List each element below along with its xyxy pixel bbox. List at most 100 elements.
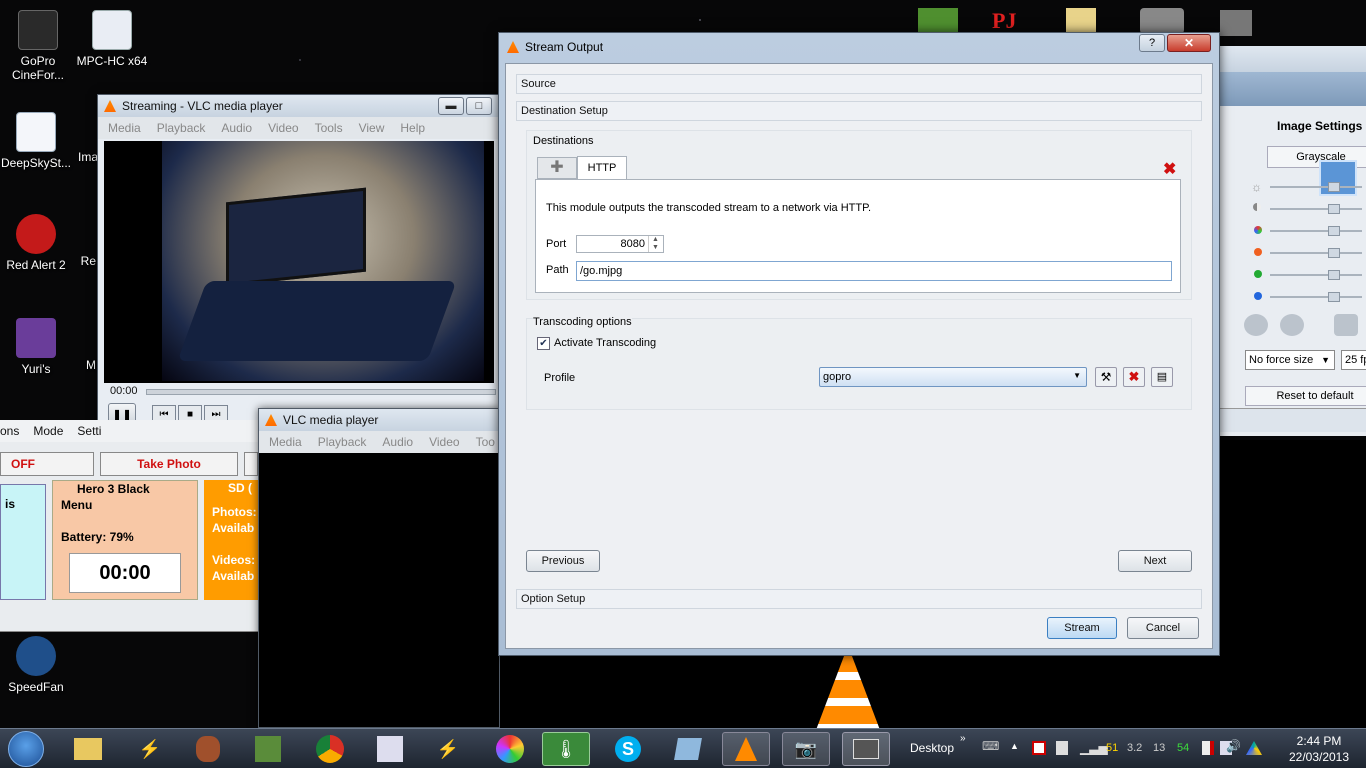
- chrome-icon[interactable]: [306, 732, 354, 766]
- rotate-icon[interactable]: [1334, 314, 1358, 336]
- fps-select[interactable]: 25 fp: [1341, 350, 1366, 370]
- force-size-select[interactable]: No force size ▼: [1245, 350, 1335, 370]
- menu-media[interactable]: Media: [269, 435, 302, 449]
- help-button[interactable]: ?: [1139, 34, 1165, 52]
- image-settings-titlebar[interactable]: [1219, 46, 1366, 72]
- desktop-toolbar-label[interactable]: Desktop: [910, 741, 954, 755]
- slider-knob[interactable]: [1328, 270, 1340, 280]
- window-app-icon[interactable]: [664, 732, 712, 766]
- slider-knob[interactable]: [1328, 248, 1340, 258]
- off-button[interactable]: OFF: [0, 452, 94, 476]
- clock-time[interactable]: 2:44 PM: [1284, 734, 1354, 748]
- previous-button[interactable]: Previous: [526, 550, 600, 572]
- menu-video[interactable]: Video: [429, 435, 459, 449]
- take-photo-button[interactable]: Take Photo: [100, 452, 238, 476]
- slider-knob[interactable]: [1328, 226, 1340, 236]
- menu-mode[interactable]: Mode: [33, 424, 63, 438]
- menu-playback[interactable]: Playback: [318, 435, 367, 449]
- port-spinbox[interactable]: 8080 ▲ ▼: [576, 235, 664, 253]
- seek-bar[interactable]: [146, 389, 496, 395]
- slider-knob[interactable]: [1328, 182, 1340, 192]
- pj-icon[interactable]: PJ: [992, 8, 1032, 34]
- spin-arrows-icon[interactable]: ▲ ▼: [648, 236, 662, 252]
- menu-media[interactable]: Media: [108, 121, 141, 135]
- start-button[interactable]: [8, 731, 44, 767]
- network-icon[interactable]: ⚡: [126, 732, 174, 766]
- activate-transcoding-checkbox[interactable]: ✔: [537, 337, 550, 350]
- slider-knob[interactable]: [1328, 292, 1340, 302]
- path-input[interactable]: /go.mjpg: [576, 261, 1172, 281]
- edit-profile-icon[interactable]: ⚒: [1095, 367, 1117, 387]
- desktop-icon-speedfan[interactable]: SpeedFan: [0, 636, 76, 694]
- tray-device-icon[interactable]: [1056, 741, 1068, 755]
- menu-playback[interactable]: Playback: [157, 121, 206, 135]
- menu-options[interactable]: ons: [0, 424, 19, 438]
- minecraft-icon[interactable]: [918, 8, 958, 34]
- stream-button[interactable]: Stream: [1047, 617, 1117, 639]
- menu-audio[interactable]: Audio: [382, 435, 413, 449]
- extra-button[interactable]: [244, 452, 258, 476]
- tab-http[interactable]: HTTP: [577, 156, 627, 180]
- show-hidden-icons-button[interactable]: ▲: [1010, 741, 1019, 751]
- menu-help[interactable]: Help: [400, 121, 425, 135]
- gopro-taskbar-icon[interactable]: [842, 732, 890, 766]
- explorer-icon[interactable]: [64, 732, 112, 766]
- delete-profile-icon[interactable]: ✖: [1123, 367, 1145, 387]
- vlc-title-bar[interactable]: VLC media player: [259, 409, 499, 431]
- reset-default-button[interactable]: Reset to default: [1245, 386, 1366, 406]
- menu-audio[interactable]: Audio: [221, 121, 252, 135]
- contrast-slider[interactable]: [1270, 204, 1362, 214]
- google-drive-icon[interactable]: [1246, 741, 1262, 755]
- desktop-icon-re[interactable]: Re: [52, 254, 96, 268]
- cancel-button[interactable]: Cancel: [1127, 617, 1199, 639]
- new-profile-icon[interactable]: ▤: [1151, 367, 1173, 387]
- tray-temp-1[interactable]: 51: [1106, 742, 1118, 754]
- vlc-taskbar-icon[interactable]: [722, 732, 770, 766]
- profile-select[interactable]: gopro ▼: [819, 367, 1087, 387]
- blue-slider[interactable]: [1270, 292, 1362, 302]
- green-slider[interactable]: [1270, 270, 1362, 280]
- destination-setup-section[interactable]: Destination Setup: [516, 101, 1202, 121]
- menu-video[interactable]: Video: [268, 121, 298, 135]
- app-portrait-icon[interactable]: [184, 732, 232, 766]
- tray-temp-4[interactable]: 54: [1177, 742, 1189, 754]
- desktop-icon-ima[interactable]: Ima: [48, 150, 98, 164]
- red-slider[interactable]: [1270, 248, 1362, 258]
- menu-view[interactable]: View: [359, 121, 385, 135]
- menu-tools[interactable]: Tools: [315, 121, 343, 135]
- folder-icon[interactable]: [1066, 8, 1096, 34]
- remove-destination-icon[interactable]: ✖: [1163, 159, 1176, 179]
- desktop-icon-gopro[interactable]: GoPro CineFor...: [0, 10, 78, 82]
- minimize-button[interactable]: ▬: [438, 97, 464, 115]
- next-button[interactable]: Next: [1118, 550, 1192, 572]
- speedfan-taskbar-icon[interactable]: 🌡: [542, 732, 590, 766]
- hue-slider[interactable]: [1270, 226, 1362, 236]
- action-center-icon[interactable]: [1202, 741, 1214, 755]
- camera-icon[interactable]: [1140, 8, 1184, 34]
- picasa-icon[interactable]: [486, 732, 534, 766]
- photo-viewer-icon[interactable]: 📷: [782, 732, 830, 766]
- file-icon[interactable]: [1220, 10, 1252, 36]
- flip-horizontal-icon[interactable]: [1244, 314, 1268, 336]
- mpc-hc-icon[interactable]: [366, 732, 414, 766]
- dialog-title-bar[interactable]: Stream Output: [499, 33, 1219, 61]
- toolbar-chevron-icon[interactable]: »: [960, 733, 966, 744]
- skype-icon[interactable]: S: [604, 732, 652, 766]
- flip-vertical-icon[interactable]: [1280, 314, 1304, 336]
- menu-settings[interactable]: Setti: [77, 424, 101, 438]
- slider-knob[interactable]: [1328, 204, 1340, 214]
- maximize-button[interactable]: □: [466, 97, 492, 115]
- brightness-slider[interactable]: [1270, 182, 1362, 192]
- keyboard-icon[interactable]: ⌨: [982, 739, 999, 753]
- tray-temp-2[interactable]: 3.2: [1127, 742, 1142, 754]
- close-icon[interactable]: ✕: [1167, 34, 1211, 52]
- source-section[interactable]: Source: [516, 74, 1202, 94]
- tray-signal-icon[interactable]: ▁▃▅: [1080, 741, 1108, 755]
- lightning-app-icon[interactable]: ⚡: [424, 732, 472, 766]
- clock-date[interactable]: 22/03/2013: [1279, 750, 1359, 764]
- add-destination-tab[interactable]: ✚: [537, 157, 577, 179]
- minecraft-icon[interactable]: [244, 732, 292, 766]
- option-setup-section[interactable]: Option Setup: [516, 589, 1202, 609]
- volume-icon[interactable]: 🔊: [1226, 739, 1241, 753]
- menu-tools[interactable]: Too: [476, 435, 495, 449]
